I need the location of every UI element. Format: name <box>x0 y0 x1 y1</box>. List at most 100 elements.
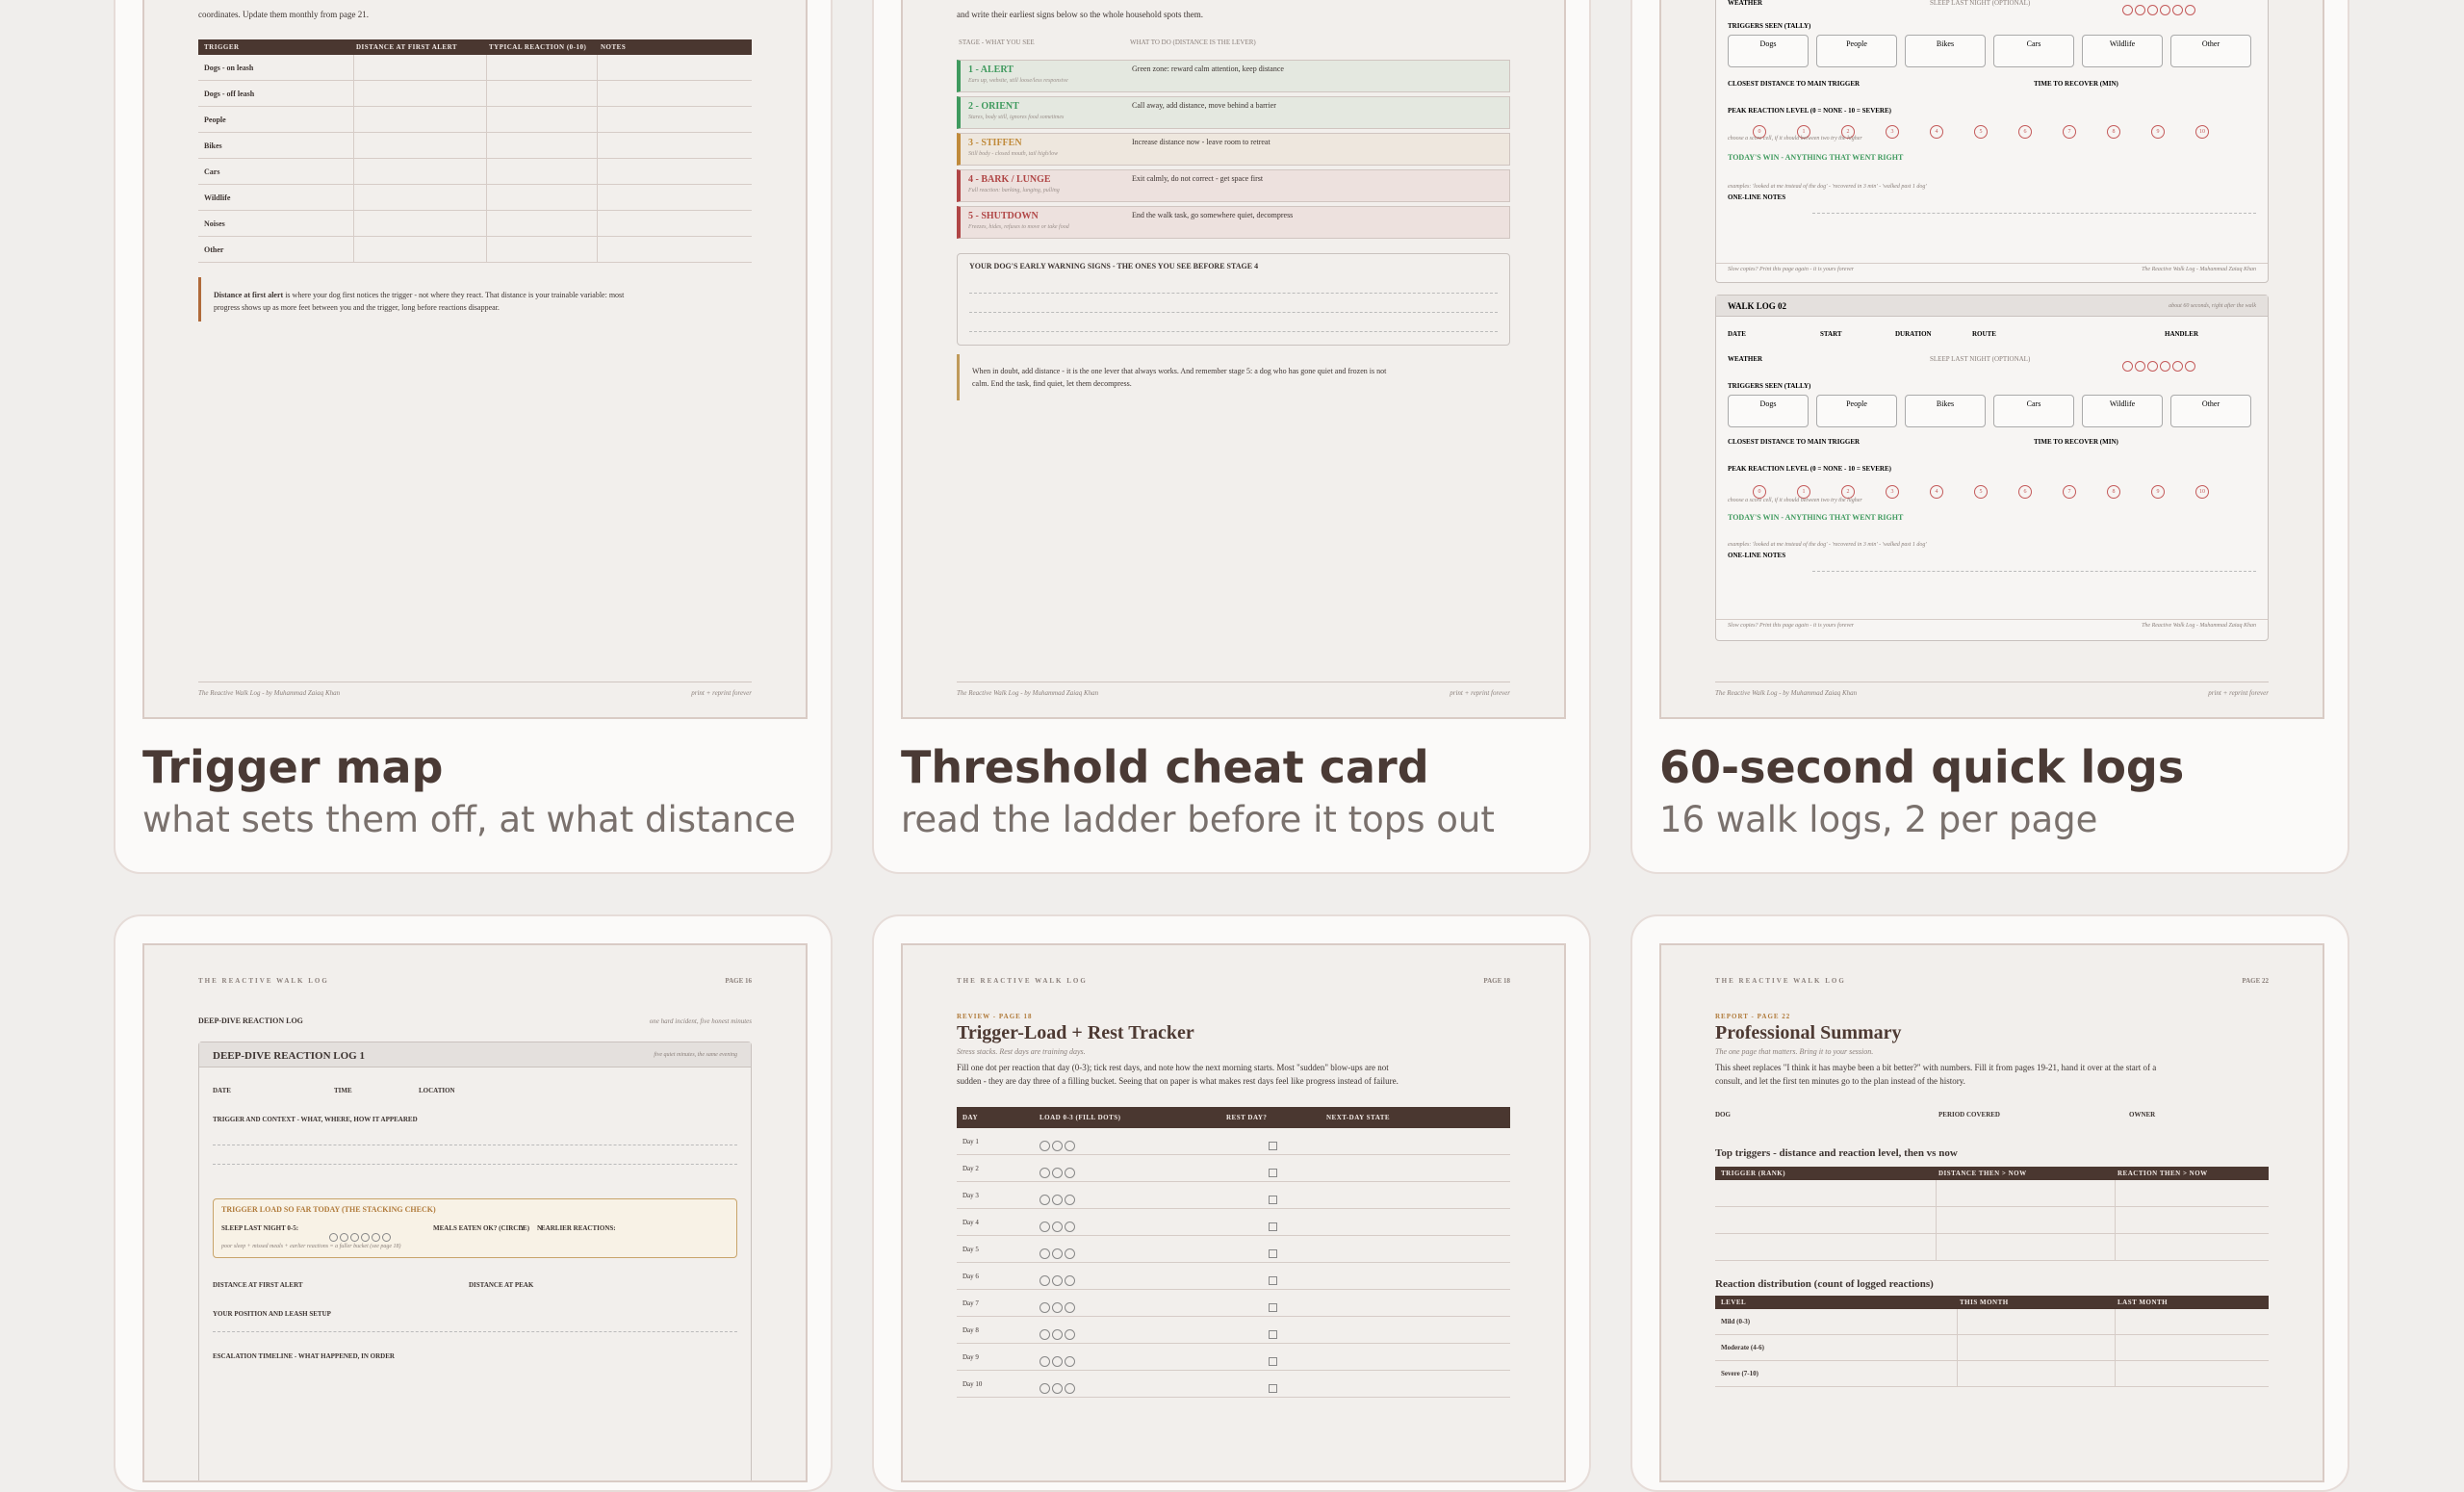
note-text: When in doubt, add distance - it is the … <box>972 367 1387 388</box>
load-dots[interactable] <box>1040 1191 1077 1208</box>
tracker-row: Day 9 <box>957 1344 1510 1371</box>
tracker-row: Day 5 <box>957 1236 1510 1263</box>
card-threshold[interactable]: and write their earliest signs below so … <box>872 0 1591 874</box>
field-period: PERIOD COVERED <box>1938 1111 2000 1119</box>
note-text: Distance at first alert is where your do… <box>214 291 625 312</box>
page-preview-deep-dive: THE REACTIVE WALK LOG PAGE 16 DEEP-DIVE … <box>142 943 808 1482</box>
card-quick-logs[interactable]: DATE START DURATION ROUTE HANDLER WEATHE… <box>1630 0 2349 874</box>
card-summary[interactable]: THE REACTIVE WALK LOG PAGE 22 REPORT - P… <box>1630 914 2349 1492</box>
load-check-box: TRIGGER LOAD SO FAR TODAY (THE STACKING … <box>213 1198 737 1258</box>
field-owner: OWNER <box>2129 1111 2156 1119</box>
rest-day-checkbox[interactable] <box>1269 1352 1277 1370</box>
table-header: DAY LOAD 0-3 (FILL DOTS) REST DAY? NEXT-… <box>957 1107 1510 1128</box>
footer-right: print + reprint forever <box>691 689 752 697</box>
load-dots[interactable] <box>1040 1352 1077 1370</box>
footer-left: The Reactive Walk Log - by Muhammad Zaia… <box>957 689 1099 697</box>
rest-day-checkbox[interactable] <box>1269 1272 1277 1289</box>
page-number: PAGE 16 <box>725 977 752 985</box>
rest-day-checkbox[interactable] <box>1269 1299 1277 1316</box>
tracker-row: Day 8 <box>957 1317 1510 1344</box>
threshold-level-row: 5 - SHUTDOWN Freezes, hides, refuses to m… <box>957 206 1510 239</box>
kicker: REPORT - PAGE 22 <box>1715 1013 1791 1020</box>
table-row: Severe (7-10) <box>1715 1361 2269 1387</box>
load-dots[interactable] <box>1040 1325 1077 1343</box>
threshold-level-row: 1 - ALERT Ears up, website, still loose/l… <box>957 60 1510 92</box>
rest-day-checkbox[interactable] <box>1269 1218 1277 1235</box>
distribution-table: Mild (0-3) Moderate (4-6) Severe (7-10) <box>1715 1309 2269 1387</box>
trigger-tally-boxes[interactable]: Dogs People Bikes Cars Wildlife Other <box>1728 394 2259 427</box>
trigger-tally-boxes[interactable]: Dogs People Bikes Cars Wildlife Other <box>1728 34 2259 67</box>
rest-day-checkbox[interactable] <box>1269 1325 1277 1343</box>
page-preview-quick-logs: DATE START DURATION ROUTE HANDLER WEATHE… <box>1659 0 2324 719</box>
card-trigger-map[interactable]: coordinates. Update them monthly from pa… <box>114 0 833 874</box>
tracker-row: Day 4 <box>957 1209 1510 1236</box>
peak-scale[interactable]: 0 1 2 3 4 5 6 7 8 9 10 <box>1753 480 2240 499</box>
load-dots[interactable] <box>1040 1379 1077 1397</box>
rest-day-checkbox[interactable] <box>1269 1137 1277 1154</box>
table-row: Dogs - on leash <box>198 55 752 81</box>
rest-day-checkbox[interactable] <box>1269 1379 1277 1397</box>
card-subtitle: what sets them off, at what distance <box>142 799 796 840</box>
table-row: Mild (0-3) <box>1715 1309 2269 1335</box>
table-header: TRIGGER DISTANCE AT FIRST ALERT TYPICAL … <box>198 39 752 55</box>
page-brand: THE REACTIVE WALK LOG <box>198 977 329 985</box>
kicker: REVIEW - PAGE 18 <box>957 1013 1033 1020</box>
page-preview-trigger-map: coordinates. Update them monthly from pa… <box>142 0 808 719</box>
load-dots[interactable] <box>1040 1272 1077 1289</box>
footer-right: print + reprint forever <box>2208 689 2269 697</box>
card-title: Trigger map <box>142 741 444 793</box>
intro-text: coordinates. Update them monthly from pa… <box>198 10 369 19</box>
page-preview-summary: THE REACTIVE WALK LOG PAGE 22 REPORT - P… <box>1659 943 2324 1482</box>
walk-log-02: WALK LOG 02 about 60 seconds, right afte… <box>1715 295 2269 641</box>
section-heading: Top triggers - distance and reaction lev… <box>1715 1147 1958 1159</box>
load-dots[interactable] <box>1040 1299 1077 1316</box>
col-stage: STAGE - WHAT YOU SEE <box>959 39 1035 46</box>
table-row: Wildlife <box>198 185 752 211</box>
table-row: People <box>198 107 752 133</box>
card-title: 60-second quick logs <box>1659 741 2185 793</box>
card-tracker[interactable]: THE REACTIVE WALK LOG PAGE 18 REVIEW - P… <box>872 914 1591 1492</box>
page-number: PAGE 22 <box>2242 977 2269 985</box>
page-brand: THE REACTIVE WALK LOG <box>957 977 1088 985</box>
threshold-level-row: 4 - BARK / LUNGE Full reaction: barking, … <box>957 169 1510 202</box>
tracker-row: Day 10 <box>957 1371 1510 1398</box>
table-row <box>1715 1180 2269 1207</box>
table-header: TRIGGER (RANK) DISTANCE THEN > NOW REACT… <box>1715 1167 2269 1180</box>
page-preview-tracker: THE REACTIVE WALK LOG PAGE 18 REVIEW - P… <box>901 943 1566 1482</box>
load-dots[interactable] <box>1040 1137 1077 1154</box>
rest-day-checkbox[interactable] <box>1269 1164 1277 1181</box>
page-title: Professional Summary <box>1715 1022 1902 1043</box>
threshold-level-row: 3 - STIFFEN Still body - closed mouth, ta… <box>957 133 1510 166</box>
card-deep-dive[interactable]: THE REACTIVE WALK LOG PAGE 16 DEEP-DIVE … <box>114 914 833 1492</box>
footer-right: print + reprint forever <box>1450 689 1510 697</box>
load-dots[interactable] <box>1040 1245 1077 1262</box>
section-heading: Reaction distribution (count of logged r… <box>1715 1278 1934 1290</box>
field-dog: DOG <box>1715 1111 1731 1119</box>
rest-day-checkbox[interactable] <box>1269 1245 1277 1262</box>
page-preview-threshold: and write their earliest signs below so … <box>901 0 1566 719</box>
footer-left: The Reactive Walk Log - by Muhammad Zaia… <box>198 689 341 697</box>
table-header: LEVEL THIS MONTH LAST MONTH <box>1715 1296 2269 1309</box>
table-row <box>1715 1207 2269 1234</box>
note-rule <box>198 277 201 322</box>
rest-day-checkbox[interactable] <box>1269 1191 1277 1208</box>
threshold-level-row: 2 - ORIENT Stares, body still, ignores fo… <box>957 96 1510 129</box>
intro-text: This sheet replaces "I think it has mayb… <box>1715 1063 2157 1086</box>
page-number: PAGE 18 <box>1483 977 1510 985</box>
load-dots[interactable] <box>1040 1164 1077 1181</box>
card-subtitle: 16 walk logs, 2 per page <box>1659 799 2098 840</box>
tracker-row: Day 1 <box>957 1128 1510 1155</box>
intro-text: Fill one dot per reaction that day (0-3)… <box>957 1063 1399 1086</box>
table-row: Cars <box>198 159 752 185</box>
load-dots[interactable] <box>1040 1218 1077 1235</box>
note-rule <box>957 354 960 400</box>
deep-dive-box: DEEP-DIVE REACTION LOG 1 five quiet minu… <box>198 1042 752 1480</box>
section-heading: DEEP-DIVE REACTION LOG <box>198 1016 303 1025</box>
tracker-row: Day 6 <box>957 1263 1510 1290</box>
tracker-row: Day 3 <box>957 1182 1510 1209</box>
walk-log-01: DATE START DURATION ROUTE HANDLER WEATHE… <box>1715 0 2269 283</box>
card-subtitle: read the ladder before it tops out <box>901 799 1495 840</box>
tracker-row: Day 7 <box>957 1290 1510 1317</box>
warning-signs-box: YOUR DOG'S EARLY WARNING SIGNS - THE ONE… <box>957 253 1510 346</box>
table-row <box>1715 1234 2269 1261</box>
